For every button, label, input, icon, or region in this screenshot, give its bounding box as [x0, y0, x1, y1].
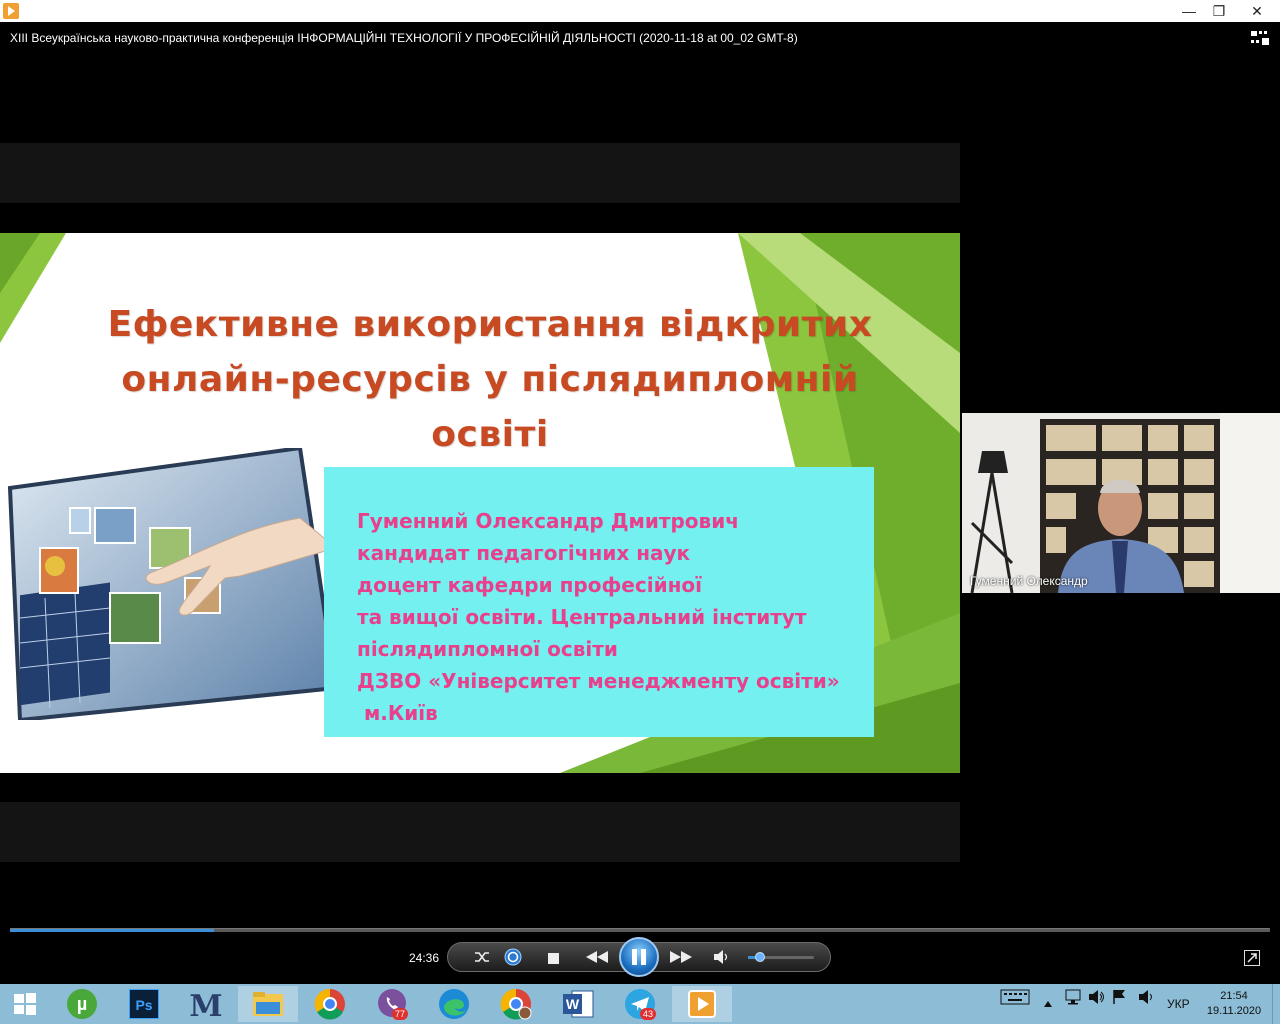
svg-text:M: M: [189, 989, 222, 1020]
author-department: та вищої освіти. Центральний інститут: [357, 605, 807, 629]
start-button[interactable]: [0, 986, 50, 1022]
taskbar-telegram[interactable]: 43: [610, 986, 670, 1022]
viber-unread-badge: 77: [391, 1008, 408, 1020]
participant-camera-feed: [962, 413, 1280, 593]
switch-to-now-playing-icon[interactable]: [1244, 950, 1260, 966]
author-position: доцент кафедри професійної: [357, 573, 702, 597]
utorrent-icon: µ: [67, 989, 97, 1019]
rewind-icon[interactable]: [584, 949, 610, 965]
slide-title-line: онлайн-ресурсів у післядипломній: [121, 359, 859, 400]
telegram-unread-badge: 43: [639, 1008, 656, 1020]
chrome-icon: [314, 988, 345, 1020]
speaker-icon[interactable]: [713, 949, 731, 965]
svg-text:µ: µ: [77, 994, 87, 1014]
participant-name: Гуменний Олександр: [970, 574, 1088, 588]
clock-time: 21:54: [1220, 990, 1248, 1002]
action-center-flag-icon[interactable]: [1112, 988, 1128, 1009]
pause-icon: [632, 949, 637, 965]
participant-video[interactable]: [962, 413, 1280, 593]
svg-text:W: W: [566, 996, 580, 1012]
taskbar-chrome-profile[interactable]: [486, 986, 546, 1022]
system-clock[interactable]: 21:54 19.11.2020: [1206, 989, 1262, 1019]
photoshop-icon: Ps: [129, 989, 159, 1019]
shuffle-icon[interactable]: [472, 948, 492, 966]
digital-hand-photo: [7, 448, 336, 720]
network-icon[interactable]: [1064, 988, 1082, 1009]
taskbar-word[interactable]: W: [548, 986, 608, 1022]
stop-icon[interactable]: [545, 950, 561, 966]
close-button[interactable]: ✕: [1234, 0, 1280, 22]
media-player-app-icon: [3, 3, 19, 19]
folder-icon: [253, 992, 283, 1016]
input-language[interactable]: УКР: [1167, 997, 1190, 1011]
windows-logo-icon: [14, 993, 36, 1015]
clock-date: 19.11.2020: [1206, 1005, 1262, 1017]
taskbar-file-explorer[interactable]: [238, 986, 298, 1022]
minimize-button[interactable]: —: [1174, 0, 1204, 22]
mendeley-icon: M: [189, 989, 222, 1020]
fast-forward-icon[interactable]: [668, 949, 694, 965]
restore-button[interactable]: ❐: [1204, 0, 1234, 22]
taskbar-chrome[interactable]: [300, 986, 360, 1022]
taskbar-mendeley[interactable]: M: [176, 986, 236, 1022]
author-city: м.Київ: [357, 701, 438, 725]
volume-slider[interactable]: [748, 952, 814, 962]
slide-title-line: Ефективне використання відкритих: [107, 304, 873, 345]
word-icon: W: [563, 990, 594, 1018]
author-info-box: [324, 467, 874, 737]
volume-knob[interactable]: [754, 952, 765, 962]
speaker-tray-icon[interactable]: [1138, 988, 1156, 1009]
taskbar-utorrent[interactable]: µ: [52, 986, 112, 1022]
author-institute: післядипломної освіти: [357, 637, 618, 661]
layout-grid-icon[interactable]: [1251, 30, 1269, 46]
show-desktop-button[interactable]: [1272, 984, 1280, 1024]
edge-icon: [439, 989, 469, 1019]
video-title: XIII Всеукраїнська науково-практична кон…: [10, 31, 798, 45]
slide-title: Ефективне використання відкритих онлайн-…: [60, 297, 920, 462]
window-titlebar: — ❐ ✕: [0, 0, 1280, 22]
chrome-profile-icon: [500, 988, 532, 1020]
seek-bar[interactable]: [10, 928, 1270, 932]
media-player-icon: [688, 990, 716, 1018]
taskbar-edge[interactable]: [424, 986, 484, 1022]
video-band-bottom: [0, 802, 960, 862]
elapsed-time: 24:36: [409, 951, 440, 965]
pause-button[interactable]: [619, 937, 659, 977]
repeat-icon[interactable]: [503, 947, 523, 967]
author-degree: кандидат педагогічних наук: [357, 541, 691, 565]
seek-progress: [10, 929, 215, 932]
svg-text:Ps: Ps: [135, 997, 152, 1013]
author-university: ДЗВО «Університет менеджменту освіти»: [357, 669, 840, 693]
author-name: Гуменний Олександр Дмитрович: [357, 509, 739, 533]
keyboard-icon[interactable]: [1000, 988, 1030, 1009]
taskbar-viber[interactable]: 77: [362, 986, 422, 1022]
show-hidden-icons-icon[interactable]: [1043, 997, 1053, 1011]
pause-icon: [641, 949, 646, 965]
volume-tray-icon[interactable]: [1088, 988, 1106, 1009]
taskbar-photoshop[interactable]: Ps: [114, 986, 174, 1022]
taskbar-media-player[interactable]: [672, 986, 732, 1022]
video-band-top: [0, 143, 960, 203]
